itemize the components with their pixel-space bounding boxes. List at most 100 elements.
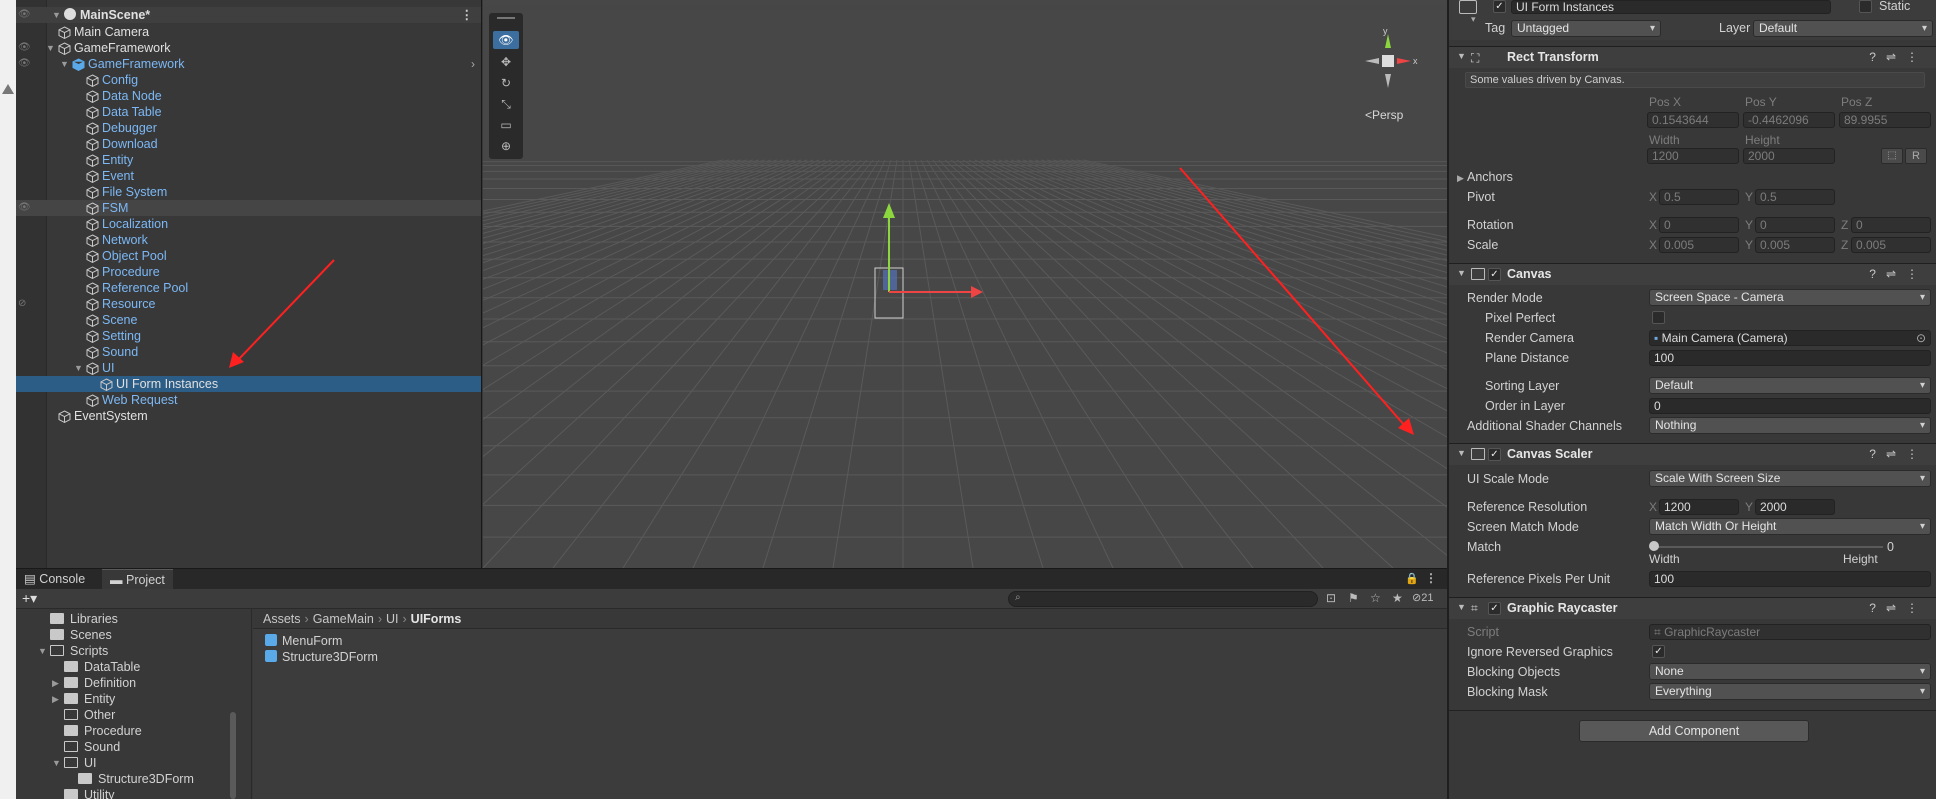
add-component-button[interactable]: Add Component <box>1579 720 1809 742</box>
folder-tree-item[interactable]: ▶ Entity <box>52 691 115 707</box>
pos-z-field[interactable]: 89.9955 <box>1839 112 1931 128</box>
expand-arrow-icon[interactable]: ▼ <box>52 7 61 23</box>
folder-expand-arrow-icon[interactable]: ▼ <box>52 755 61 771</box>
folder-tree-item[interactable]: Libraries <box>50 611 118 627</box>
folder-expand-arrow-icon[interactable]: ▶ <box>52 675 59 691</box>
rotate-tool-icon[interactable]: ↻ <box>493 74 519 92</box>
hierarchy-item[interactable]: Localization <box>16 216 481 232</box>
folder-expand-arrow-icon[interactable]: ▼ <box>38 643 47 659</box>
component-header-icons[interactable]: ?⇌⋮ <box>1869 601 1928 615</box>
expand-arrow-icon[interactable]: ▼ <box>74 360 83 376</box>
hidden-packages-icon[interactable]: ⊘21 <box>1412 591 1433 604</box>
view-tool-eye-icon[interactable]: 👁 <box>493 31 519 49</box>
scene-menu-icon[interactable]: ⋮ <box>461 7 474 23</box>
scale-tool-icon[interactable]: ⤡ <box>493 95 519 113</box>
blueprint-mode-button[interactable]: ⬚ <box>1881 148 1903 164</box>
hierarchy-item[interactable]: Entity <box>16 152 481 168</box>
folder-tree-item[interactable]: Sound <box>64 739 120 755</box>
hierarchy-item[interactable]: Setting <box>16 328 481 344</box>
breadcrumb-item[interactable]: GameMain <box>313 612 374 626</box>
tab-project[interactable]: ▬ Project <box>102 569 173 589</box>
hierarchy-item[interactable]: Event <box>16 168 481 184</box>
lock-icon[interactable]: 🔒 <box>1405 572 1419 585</box>
folder-expand-arrow-icon[interactable]: ▶ <box>52 691 59 707</box>
prefab-open-chevron-icon[interactable]: › <box>471 56 475 72</box>
folder-tree-item[interactable]: ▼ Scripts <box>38 643 108 659</box>
visibility-eye-icon[interactable]: 👁 <box>18 200 31 216</box>
scale-z-field[interactable]: 0.005 <box>1851 237 1931 253</box>
hierarchy-item[interactable]: ▼ UI <box>16 360 481 376</box>
hierarchy-item[interactable]: File System <box>16 184 481 200</box>
perspective-label[interactable]: <Persp <box>1365 108 1403 122</box>
expand-arrow-icon[interactable]: ▼ <box>46 40 55 56</box>
hierarchy-item[interactable]: Download <box>16 136 481 152</box>
height-field[interactable]: 2000 <box>1743 148 1835 164</box>
hierarchy-item[interactable]: Debugger <box>16 120 481 136</box>
hierarchy-item[interactable]: Reference Pool <box>16 280 481 296</box>
hierarchy-item[interactable]: ⊘ Resource <box>16 296 481 312</box>
expand-arrow-icon[interactable]: ▼ <box>60 56 69 72</box>
layer-dropdown[interactable]: Default <box>1753 20 1933 37</box>
create-plus-icon[interactable]: +▾ <box>22 590 37 607</box>
static-checkbox[interactable] <box>1859 0 1872 13</box>
save-search-icon[interactable]: ☆ <box>1370 591 1381 605</box>
favorites-icon[interactable]: ★ <box>1392 591 1403 605</box>
scale-y-field[interactable]: 0.005 <box>1755 237 1835 253</box>
component-header-icons[interactable]: ?⇌⋮ <box>1869 267 1928 281</box>
scene-root-row[interactable]: 👁 ▼ MainScene* ⋮ <box>16 7 481 23</box>
hierarchy-item[interactable]: Sound <box>16 344 481 360</box>
search-by-type-icon[interactable]: ⊡ <box>1326 591 1336 605</box>
gizmo-x-cone[interactable] <box>1397 58 1411 64</box>
graphic-raycaster-header[interactable]: ▼ ⌗ ✓ Graphic Raycaster ?⇌⋮ <box>1449 597 1936 619</box>
scroll-up-icon[interactable] <box>2 84 14 94</box>
ref-res-y-field[interactable]: 2000 <box>1755 499 1835 515</box>
breadcrumb-item[interactable]: Assets <box>263 612 301 626</box>
hierarchy-item[interactable]: Data Table <box>16 104 481 120</box>
scene-view[interactable]: 👁 ✥ ↻ ⤡ ▭ ⊕ y x <Persp <box>483 0 1447 568</box>
blocking-objects-dropdown[interactable]: None <box>1649 663 1931 680</box>
component-header-icons[interactable]: ?⇌⋮ <box>1869 50 1928 64</box>
folder-tree-item[interactable]: Utility <box>64 787 115 799</box>
pivot-x-field[interactable]: 0.5 <box>1659 189 1739 205</box>
folder-tree-item[interactable]: Procedure <box>64 723 142 739</box>
ref-ppu-field[interactable]: 100 <box>1649 571 1931 587</box>
ref-res-x-field[interactable]: 1200 <box>1659 499 1739 515</box>
tab-console[interactable]: ▤ Console <box>16 569 93 589</box>
transform-tool-icon[interactable]: ⊕ <box>493 137 519 155</box>
shader-channels-dropdown[interactable]: Nothing <box>1649 417 1931 434</box>
hierarchy-item[interactable]: 👁 ▼ GameFramework › <box>16 56 481 72</box>
folder-tree-item[interactable]: Other <box>64 707 115 723</box>
component-header-icons[interactable]: ?⇌⋮ <box>1869 447 1928 461</box>
canvas-scaler-enabled-checkbox[interactable]: ✓ <box>1488 448 1501 461</box>
tag-dropdown[interactable]: Untagged <box>1511 20 1661 37</box>
pos-y-field[interactable]: -0.4462096 <box>1743 112 1835 128</box>
raw-edit-button[interactable]: R <box>1905 148 1927 164</box>
fold-arrow-icon[interactable]: ▼ <box>1457 448 1466 458</box>
render-mode-dropdown[interactable]: Screen Space - Camera <box>1649 289 1931 306</box>
match-slider-thumb[interactable] <box>1649 541 1659 551</box>
gizmo-center-cube[interactable] <box>1382 55 1394 67</box>
pixel-perfect-checkbox[interactable] <box>1652 311 1665 324</box>
order-in-layer-field[interactable]: 0 <box>1649 398 1931 414</box>
hierarchy-item[interactable]: Procedure <box>16 264 481 280</box>
orientation-gizmo[interactable]: y x <box>1353 28 1423 98</box>
hierarchy-item[interactable]: Network <box>16 232 481 248</box>
hierarchy-item[interactable]: 👁 FSM <box>16 200 481 216</box>
folder-tree-item[interactable]: DataTable <box>64 659 140 675</box>
gizmo-y-arrowhead[interactable] <box>883 203 895 218</box>
hierarchy-item[interactable]: 👁 ▼ GameFramework <box>16 40 481 56</box>
rect-tool-icon[interactable]: ▭ <box>493 116 519 134</box>
ui-scale-mode-dropdown[interactable]: Scale With Screen Size <box>1649 470 1931 487</box>
render-camera-field[interactable]: ▪ Main Camera (Camera) ⊙ <box>1649 330 1931 346</box>
panel-menu-icon[interactable]: ⋮ <box>1425 571 1437 585</box>
icon-dropdown-arrow-icon[interactable]: ▾ <box>1471 14 1476 25</box>
object-picker-icon[interactable]: ⊙ <box>1916 331 1926 345</box>
hierarchy-item[interactable]: UI Form Instances <box>16 376 481 392</box>
folder-tree-item[interactable]: ▼ UI <box>52 755 97 771</box>
search-by-label-icon[interactable]: ⚑ <box>1348 591 1359 605</box>
canvas-scaler-header[interactable]: ▼ ✓ Canvas Scaler ?⇌⋮ <box>1449 443 1936 465</box>
asset-item[interactable]: MenuForm <box>265 633 342 649</box>
hierarchy-item[interactable]: Object Pool <box>16 248 481 264</box>
gizmo-neg-y-cone[interactable] <box>1385 74 1391 88</box>
gizmo-y-cone[interactable] <box>1385 34 1391 48</box>
